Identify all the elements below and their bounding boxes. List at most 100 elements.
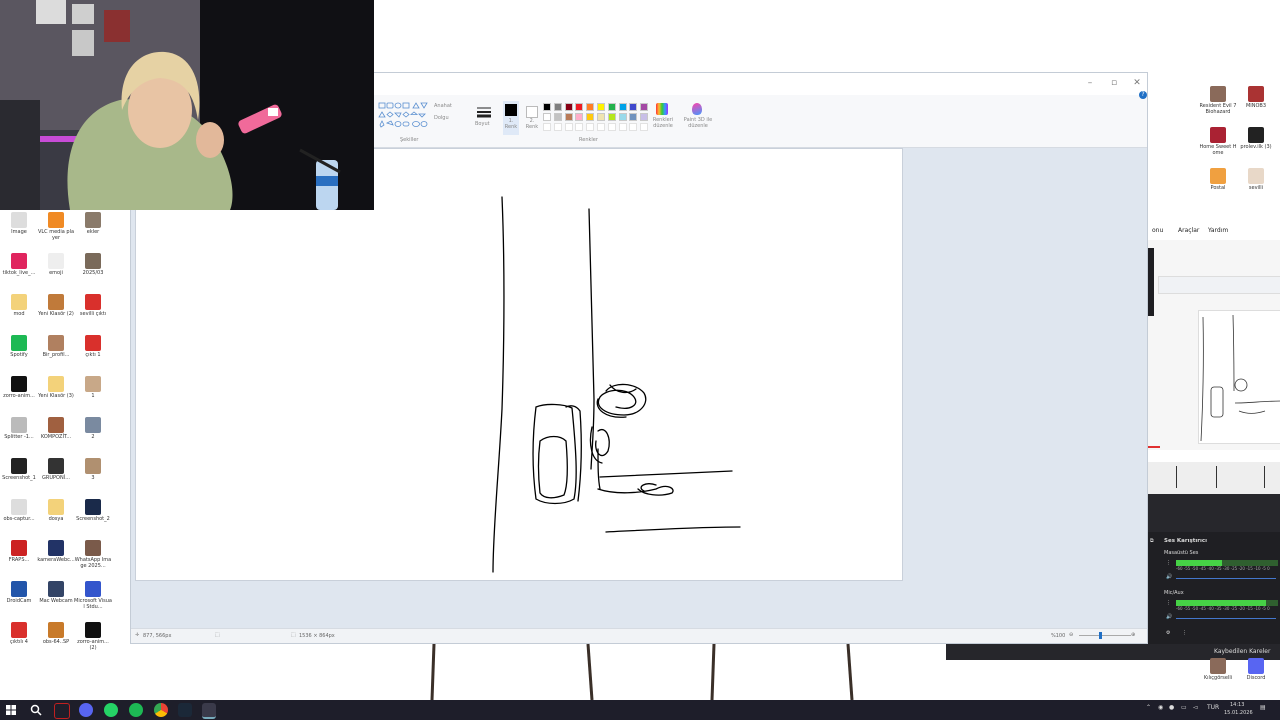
desktop-icon[interactable]: ekler [74,212,112,235]
desktop-icon[interactable]: VLC media player [37,212,75,241]
desktop-icon[interactable]: tiktok_live_... [0,253,38,276]
custom-color-swatch[interactable] [575,123,584,131]
whatsapp-taskbar-icon[interactable] [104,703,118,717]
color-swatch[interactable] [553,103,562,111]
desktop-icon[interactable]: DroidCam [0,581,38,604]
drawing-canvas[interactable] [136,149,902,580]
color-swatch[interactable] [607,103,616,111]
minimize-button[interactable]: – [1083,77,1097,89]
clock-date[interactable]: 15.01.2026 [1224,710,1253,716]
volume-slider-desktop[interactable] [1176,578,1276,579]
desktop-icon[interactable]: Screenshot_2 [74,499,112,522]
chrome-taskbar-icon[interactable] [154,703,168,717]
clock-time[interactable]: 14:13 [1230,702,1244,708]
desktop-icon[interactable]: Home Sweet Home [1199,127,1237,156]
outline-label[interactable]: Anahat [434,103,452,109]
desktop-icon[interactable]: Image [0,212,38,235]
color-swatch[interactable] [618,103,627,111]
desktop-icon[interactable]: KOMPOZİT... [37,417,75,440]
channel-menu-icon-mic[interactable]: ⋮ [1166,600,1171,606]
color-swatch[interactable] [553,113,562,121]
custom-color-swatch[interactable] [607,123,616,131]
color-swatch[interactable] [597,113,605,121]
custom-color-swatch[interactable] [553,123,562,131]
desktop-icon[interactable]: Yeni Klasör (3) [37,376,75,399]
color-swatch[interactable] [597,103,605,111]
taskbar-app-1[interactable] [54,703,70,719]
volume-icon[interactable]: ◅ [1193,704,1198,711]
color-swatch[interactable] [586,103,595,111]
tray-app-icon[interactable]: ◉ [1158,704,1163,711]
zoom-slider[interactable] [1079,632,1131,639]
zoom-out-icon[interactable]: ⊖ [1069,632,1073,638]
tray-mic-icon[interactable]: ● [1169,704,1174,711]
custom-color-swatch[interactable] [629,123,638,131]
color-swatch[interactable] [629,113,638,121]
desktop-icon[interactable]: Splitter -1... [0,417,38,440]
menu-item-view[interactable]: onu [1152,227,1163,234]
fill-label[interactable]: Dolgu [434,115,449,121]
desktop-icon[interactable]: Resident Evil 7 Biohazard [1199,86,1237,115]
custom-color-swatch[interactable] [564,123,573,131]
desktop-icon[interactable]: Kılıçgörselli [1199,658,1237,681]
paint-taskbar-icon[interactable] [202,703,216,719]
zoom-in-icon[interactable]: ⊕ [1131,632,1135,638]
color-swatch[interactable] [575,113,584,121]
start-button[interactable] [4,703,18,717]
custom-color-swatch[interactable] [618,123,627,131]
help-icon[interactable]: ? [1139,91,1147,99]
color-swatch[interactable] [564,103,573,111]
color-swatch[interactable] [575,103,584,111]
edit-colors-button[interactable]: Renkleri düzenle [649,101,675,135]
desktop-icon[interactable]: sevilli [1237,168,1275,191]
color-swatch[interactable] [618,113,627,121]
size-button[interactable]: Boyut [475,105,493,129]
desktop-icon[interactable]: 3 [74,458,112,481]
desktop-icon[interactable]: Microsoft Visual Stdu... [74,581,112,610]
desktop-icon[interactable]: emoji [37,253,75,276]
custom-color-swatch[interactable] [597,123,605,131]
search-button[interactable] [29,703,43,717]
desktop-icon[interactable]: kameraWebc... [37,540,75,563]
desktop-icon[interactable]: FRAPS... [0,540,38,563]
desktop-icon[interactable]: MINOB3 [1237,86,1275,109]
desktop-icon[interactable]: Yeni Klasör (2) [37,294,75,317]
color-swatch[interactable] [543,113,551,121]
desktop-icon[interactable]: 2 [74,417,112,440]
desktop-icon[interactable]: prolev.ilk (3) [1237,127,1275,150]
paint3d-button[interactable]: Paint 3D ile düzenle [681,101,713,135]
mixer-dock-icon[interactable]: ⧉ [1150,538,1154,544]
desktop-icon[interactable]: Discord [1237,658,1275,681]
notification-icon[interactable]: ▤ [1260,704,1266,711]
desktop-icon[interactable]: sevilli çıktı [74,294,112,317]
color1-button[interactable]: 1. Renk [503,101,519,135]
color-swatch[interactable] [640,113,649,121]
color-swatch[interactable] [564,113,573,121]
speaker-icon-mic[interactable]: 🔊 [1166,614,1172,620]
color-swatch[interactable] [586,113,595,121]
desktop-icon[interactable]: GRUPONİ... [37,458,75,481]
color2-button[interactable]: 2. Renk [524,101,540,135]
desktop-icon[interactable]: obs-64..SP [37,622,75,645]
desktop-icon[interactable]: çıktı 1 [74,335,112,358]
desktop-icon[interactable]: zorro-anim... (2) [74,622,112,651]
desktop-icon[interactable]: dosya [37,499,75,522]
discord-taskbar-icon[interactable] [79,703,93,717]
speaker-icon-desktop[interactable]: 🔊 [1166,574,1172,580]
menu-item-tools[interactable]: Araçlar [1178,227,1199,234]
desktop-icon[interactable]: 1 [74,376,112,399]
color-swatch[interactable] [607,113,616,121]
custom-color-swatch[interactable] [640,123,649,131]
desktop-icon[interactable]: zorro-anim... [0,376,38,399]
mixer-more-icon[interactable]: ⋮ [1182,630,1187,636]
custom-color-swatch[interactable] [586,123,595,131]
maximize-button[interactable]: ▫ [1107,77,1121,89]
desktop-icon[interactable]: 2025/03 [74,253,112,276]
spotify-taskbar-icon[interactable] [129,703,143,717]
shapes-gallery[interactable] [377,101,429,131]
zoom-thumb[interactable] [1099,632,1102,639]
desktop-icon[interactable]: Bir_profil... [37,335,75,358]
steam-taskbar-icon[interactable] [178,703,192,717]
channel-menu-icon[interactable]: ⋮ [1166,560,1171,566]
color-swatch[interactable] [629,103,638,111]
